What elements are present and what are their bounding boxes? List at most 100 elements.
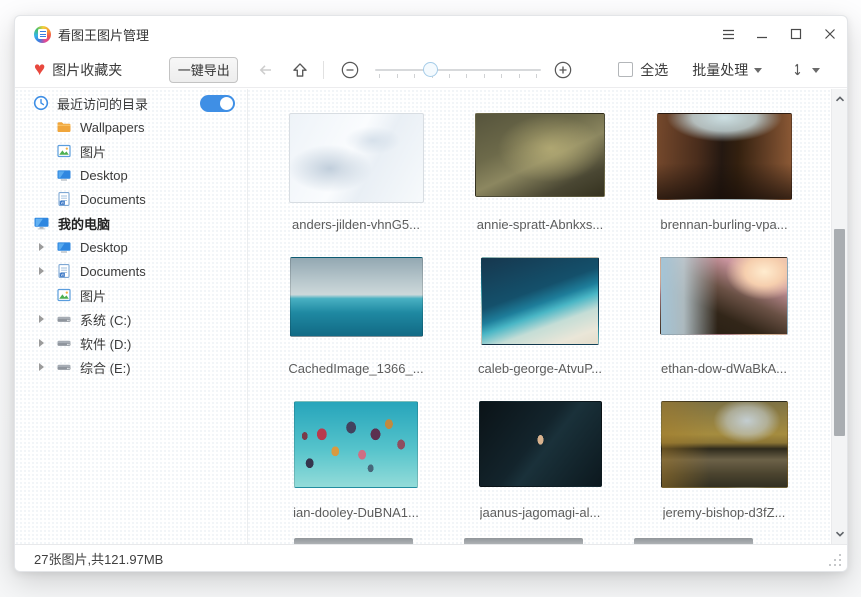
zoom-slider-ticks (379, 74, 537, 78)
sidebar-item-label: 最近访问的目录 (57, 94, 148, 113)
chevron-down-icon (812, 68, 820, 73)
sidebar-item-label: 图片 (80, 286, 106, 305)
heart-icon: ♥ (34, 60, 45, 79)
scroll-up-icon[interactable] (832, 91, 848, 107)
select-all-label: 全选 (640, 60, 668, 80)
favorites-label: 图片收藏夹 (52, 60, 122, 80)
thumbnail-grid: anders-jilden-vhnG5... annie-spratt-Abnk… (248, 89, 831, 544)
resize-grip[interactable] (829, 554, 841, 566)
expand-arrow-icon[interactable] (39, 339, 44, 347)
thumbnail-image[interactable] (294, 401, 418, 488)
thumbnail-image[interactable] (475, 113, 605, 197)
zoom-slider-thumb[interactable] (423, 62, 438, 77)
image-item[interactable]: CachedImage_1366_... (264, 257, 448, 401)
sidebar-item-drive-d[interactable]: 软件 (D:) (15, 331, 247, 355)
zoom-out-icon[interactable] (341, 61, 359, 79)
thumbnail-image[interactable] (290, 257, 423, 337)
image-item[interactable]: ethan-dow-dWaBkA... (632, 257, 816, 401)
sidebar-item-label: 综合 (E:) (80, 358, 131, 377)
minimize-icon[interactable] (745, 16, 779, 52)
menu-icon[interactable] (711, 16, 745, 52)
sidebar-item-documents[interactable]: W Documents (15, 259, 247, 283)
batch-process-button[interactable]: 批量处理 (692, 60, 762, 80)
back-icon[interactable] (257, 62, 274, 78)
thumbnail-image[interactable] (481, 257, 599, 345)
expand-arrow-icon[interactable] (39, 267, 44, 275)
image-filename: anders-jilden-vhnG5... (292, 217, 420, 232)
scroll-down-icon[interactable] (832, 526, 848, 542)
zoom-in-icon[interactable] (554, 61, 572, 79)
sidebar-item-desktop-recent[interactable]: Desktop (15, 163, 247, 187)
window-title: 看图王图片管理 (58, 25, 149, 44)
sidebar-item-my-computer[interactable]: 我的电脑 (15, 211, 247, 235)
image-filename: jeremy-bishop-d3fZ... (663, 505, 786, 520)
sidebar-item-drive-c[interactable]: 系统 (C:) (15, 307, 247, 331)
image-item[interactable]: caleb-george-AtvuP... (448, 257, 632, 401)
image-filename: ian-dooley-DuBNA1... (293, 505, 419, 520)
clock-icon (33, 95, 49, 111)
toolbar-divider (323, 61, 324, 79)
status-text: 27张图片,共121.97MB (34, 549, 163, 568)
thumbnail-image[interactable] (660, 257, 788, 335)
select-all-control[interactable]: 全选 (618, 60, 668, 80)
sidebar-item-label: 系统 (C:) (80, 310, 131, 329)
app-logo-icon (34, 26, 51, 43)
monitor-icon (56, 167, 72, 183)
image-item[interactable]: anders-jilden-vhnG5... (264, 113, 448, 257)
image-filename: ethan-dow-dWaBkA... (661, 361, 787, 376)
image-filename: brennan-burling-vpa... (660, 217, 787, 232)
svg-text:W: W (61, 273, 65, 277)
sidebar-item-recent-folders[interactable]: 最近访问的目录 (15, 91, 247, 115)
zoom-slider-track[interactable] (375, 69, 541, 71)
select-all-checkbox[interactable] (618, 62, 633, 77)
expand-arrow-icon[interactable] (39, 243, 44, 251)
app-window: 看图王图片管理 ♥ 图片收藏夹 一键 (14, 15, 848, 572)
vertical-scrollbar[interactable] (831, 89, 847, 544)
batch-process-label: 批量处理 (692, 60, 748, 80)
sidebar-item-label: 软件 (D:) (80, 334, 131, 353)
computer-icon (33, 215, 50, 231)
scrollbar-thumb[interactable] (834, 229, 845, 436)
thumbnail-image[interactable] (289, 113, 424, 203)
word-document-icon: W (56, 263, 72, 279)
favorites-entry[interactable]: ♥ 图片收藏夹 (34, 60, 122, 80)
drive-icon (56, 359, 72, 375)
image-filename: jaanus-jagomagi-al... (480, 505, 601, 520)
thumbnail-image[interactable] (479, 401, 602, 487)
folder-tree-sidebar: 最近访问的目录 Wallpapers 图片 Desktop (15, 89, 248, 544)
sort-order-icon (789, 61, 806, 78)
word-document-icon: W (56, 191, 72, 207)
recent-folders-toggle[interactable] (200, 95, 235, 112)
image-item[interactable]: annie-spratt-Abnkxs... (448, 113, 632, 257)
thumbnail-image[interactable] (657, 113, 792, 200)
maximize-icon[interactable] (779, 16, 813, 52)
sidebar-item-drive-e[interactable]: 综合 (E:) (15, 355, 247, 379)
export-button[interactable]: 一键导出 (169, 57, 238, 83)
sidebar-item-wallpapers[interactable]: Wallpapers (15, 115, 247, 139)
svg-text:W: W (61, 201, 65, 205)
desktop-background: 看图王图片管理 ♥ 图片收藏夹 一键 (0, 0, 861, 597)
sidebar-item-pictures-computer[interactable]: 图片 (15, 283, 247, 307)
image-item[interactable]: brennan-burling-vpa... (632, 113, 816, 257)
expand-arrow-icon[interactable] (39, 363, 44, 371)
expand-arrow-icon[interactable] (39, 315, 44, 323)
zoom-slider[interactable] (375, 60, 541, 80)
image-filename: annie-spratt-Abnkxs... (477, 217, 603, 232)
sidebar-item-desktop[interactable]: Desktop (15, 235, 247, 259)
close-icon[interactable] (813, 16, 847, 52)
image-item[interactable]: jaanus-jagomagi-al... (448, 401, 632, 544)
sidebar-item-label: Desktop (80, 240, 128, 255)
sidebar-item-label: 图片 (80, 142, 106, 161)
image-item[interactable]: jeremy-bishop-d3fZ... (632, 401, 816, 544)
picture-icon (56, 287, 72, 303)
toolbar: ♥ 图片收藏夹 一键导出 (15, 52, 847, 88)
sort-order-button[interactable] (789, 61, 820, 78)
sidebar-item-pictures[interactable]: 图片 (15, 139, 247, 163)
title-bar: 看图王图片管理 (15, 16, 847, 52)
image-item[interactable]: ian-dooley-DuBNA1... (264, 401, 448, 544)
arrow-up-icon[interactable] (291, 61, 309, 79)
sidebar-item-documents-recent[interactable]: W Documents (15, 187, 247, 211)
chevron-down-icon (754, 68, 762, 73)
sidebar-item-label: Documents (80, 264, 146, 279)
thumbnail-image[interactable] (661, 401, 788, 488)
